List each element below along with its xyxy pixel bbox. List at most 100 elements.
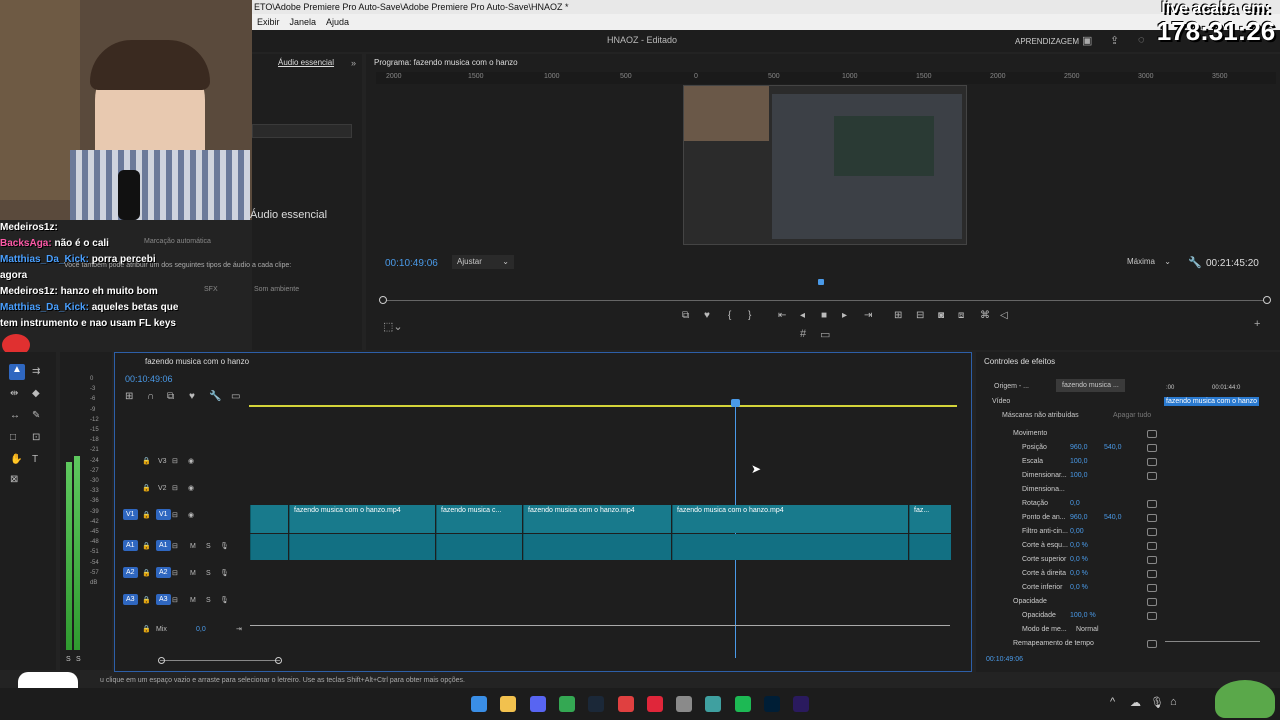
effect-value-y[interactable]: 540,0 — [1104, 444, 1122, 451]
fit-dropdown[interactable]: Ajustar ⌄ — [452, 255, 514, 269]
eye-icon[interactable]: ◉ — [188, 457, 194, 465]
expand-icon[interactable]: » — [351, 58, 356, 68]
sync-icon[interactable]: ⊟ — [172, 457, 178, 465]
add-button[interactable]: + — [1254, 318, 1260, 330]
stop-icon[interactable]: ■ — [821, 310, 827, 321]
scrub-start-handle[interactable] — [379, 296, 387, 304]
reset-icon[interactable] — [1147, 500, 1157, 508]
add-marker-icon[interactable]: ♥ — [189, 391, 195, 402]
track-select-icon[interactable]: ⇉ — [32, 366, 40, 377]
go-to-end-icon[interactable]: ⇥ — [236, 625, 242, 633]
audio-clip[interactable] — [909, 534, 951, 560]
reset-icon[interactable] — [1147, 556, 1157, 564]
sync-icon[interactable]: ⊟ — [172, 569, 178, 577]
timeline-playhead[interactable] — [731, 399, 740, 407]
reset-icon[interactable] — [1147, 640, 1157, 648]
reset-icon[interactable] — [1147, 430, 1157, 438]
snap-icon[interactable]: ∩ — [147, 391, 154, 402]
network-icon[interactable]: ⌂ — [1170, 696, 1177, 708]
marker-icon[interactable]: ♥ — [704, 310, 710, 321]
mic-tray-icon[interactable]: 🎙 — [1150, 696, 1164, 709]
effect-value[interactable]: 0,0 — [1070, 500, 1080, 507]
compare-icon[interactable]: ⧈ — [958, 310, 964, 321]
vr-icon[interactable]: ⌘ — [980, 310, 990, 321]
mute-button[interactable]: M — [190, 570, 196, 577]
opera-icon[interactable] — [646, 696, 663, 712]
scroll-handle-right[interactable] — [275, 657, 282, 664]
lock-icon[interactable]: 🔒 — [142, 542, 151, 550]
effect-value-y[interactable]: 540,0 — [1104, 514, 1122, 521]
pen-icon[interactable]: ✎ — [32, 410, 40, 421]
sync-icon[interactable]: ⊟ — [172, 511, 178, 519]
windows-icon[interactable] — [471, 696, 487, 712]
tray-arrow-icon[interactable]: ^ — [1110, 696, 1115, 708]
reset-icon[interactable] — [1147, 542, 1157, 550]
lock-icon[interactable]: 🔒 — [142, 484, 151, 492]
settings-frame-icon[interactable]: ⬚⌄ — [383, 320, 403, 333]
timeline-scrollbar[interactable] — [160, 660, 280, 661]
eye-icon[interactable]: ◉ — [188, 484, 194, 492]
timeline-settings-icon[interactable]: 🔧 — [209, 391, 221, 402]
lock-icon[interactable]: 🔒 — [142, 457, 151, 465]
scroll-handle-left[interactable] — [158, 657, 165, 664]
ambience-button[interactable]: Som ambiente — [254, 286, 299, 293]
selection-tool-icon[interactable]: ▲ — [9, 364, 25, 380]
effect-value[interactable]: 0,00 — [1070, 528, 1084, 535]
scrub-bar[interactable] — [383, 300, 1267, 301]
mix-value[interactable]: 0,0 — [196, 626, 206, 633]
audio-clip[interactable] — [523, 534, 671, 560]
solo-button[interactable]: S — [206, 543, 211, 550]
effect-value[interactable]: 0,0 % — [1070, 542, 1088, 549]
video-clip[interactable]: fazendo musica com o hanzo.mp4 — [289, 505, 435, 533]
video-clip[interactable] — [250, 505, 288, 533]
type-icon[interactable]: T — [32, 454, 38, 465]
steam-icon[interactable] — [588, 696, 605, 712]
mark-in-icon[interactable]: { — [728, 310, 731, 321]
mark-out-icon[interactable]: } — [748, 310, 751, 321]
audio-clip[interactable] — [250, 534, 288, 560]
hand-icon[interactable]: ✋ — [10, 454, 22, 465]
reset-icon[interactable] — [1147, 570, 1157, 578]
lock-icon[interactable]: 🔒 — [142, 569, 151, 577]
reset-icon[interactable] — [1147, 472, 1157, 480]
audio-clip[interactable] — [672, 534, 908, 560]
effects-scrollbar[interactable] — [1165, 641, 1260, 642]
effect-value[interactable]: 960,0 — [1070, 444, 1088, 451]
app-icon[interactable] — [617, 696, 634, 712]
timeline-tab[interactable]: fazendo musica com o hanzo — [145, 357, 249, 366]
track-label[interactable]: A3 — [156, 594, 171, 605]
video-clip[interactable]: faz... — [909, 505, 951, 533]
grid-icon[interactable]: # — [800, 328, 806, 340]
track-label[interactable]: A1 — [156, 540, 171, 551]
linked-icon[interactable]: ⧉ — [167, 391, 174, 402]
audio-icon[interactable]: ◁ — [1000, 310, 1008, 321]
insert-icon[interactable]: ⊞ — [894, 310, 902, 321]
reset-icon[interactable] — [1147, 584, 1157, 592]
caption-icon[interactable]: ⊠ — [10, 474, 18, 485]
workspace-label[interactable]: APRENDIZAGEM — [1015, 37, 1079, 46]
step-back-icon[interactable]: ◂ — [800, 310, 805, 321]
chrome-icon[interactable] — [558, 696, 575, 712]
mute-button[interactable]: M — [190, 543, 196, 550]
source-a2[interactable]: A2 — [123, 567, 138, 578]
folder-icon[interactable] — [500, 696, 517, 712]
reset-icon[interactable] — [1147, 598, 1157, 606]
effect-value[interactable]: 100,0 — [1070, 458, 1088, 465]
mic-icon[interactable]: 🎙 — [220, 542, 229, 550]
quality-dropdown[interactable]: Máxima ⌄ — [1122, 255, 1176, 269]
menu-janela[interactable]: Janela — [290, 17, 317, 27]
cloud-icon[interactable]: ☁ — [1130, 696, 1141, 709]
track-label[interactable]: V1 — [156, 509, 171, 520]
app2-icon[interactable] — [705, 696, 722, 712]
source-a1[interactable]: A1 — [123, 540, 138, 551]
work-area-bar[interactable] — [249, 405, 957, 407]
track-label[interactable]: A2 — [156, 567, 171, 578]
go-to-out-icon[interactable]: ⇥ — [864, 310, 872, 321]
video-clip[interactable]: fazendo musica com o hanzo.mp4 — [523, 505, 671, 533]
nest-icon[interactable]: ⊞ — [125, 391, 133, 402]
tab-source[interactable]: Origem - ... — [990, 381, 1033, 392]
reset-icon[interactable] — [1147, 444, 1157, 452]
effect-value[interactable]: 0,0 % — [1070, 570, 1088, 577]
panel-icon[interactable]: ▣ — [1082, 34, 1092, 47]
sfx-button[interactable]: SFX — [204, 286, 218, 293]
